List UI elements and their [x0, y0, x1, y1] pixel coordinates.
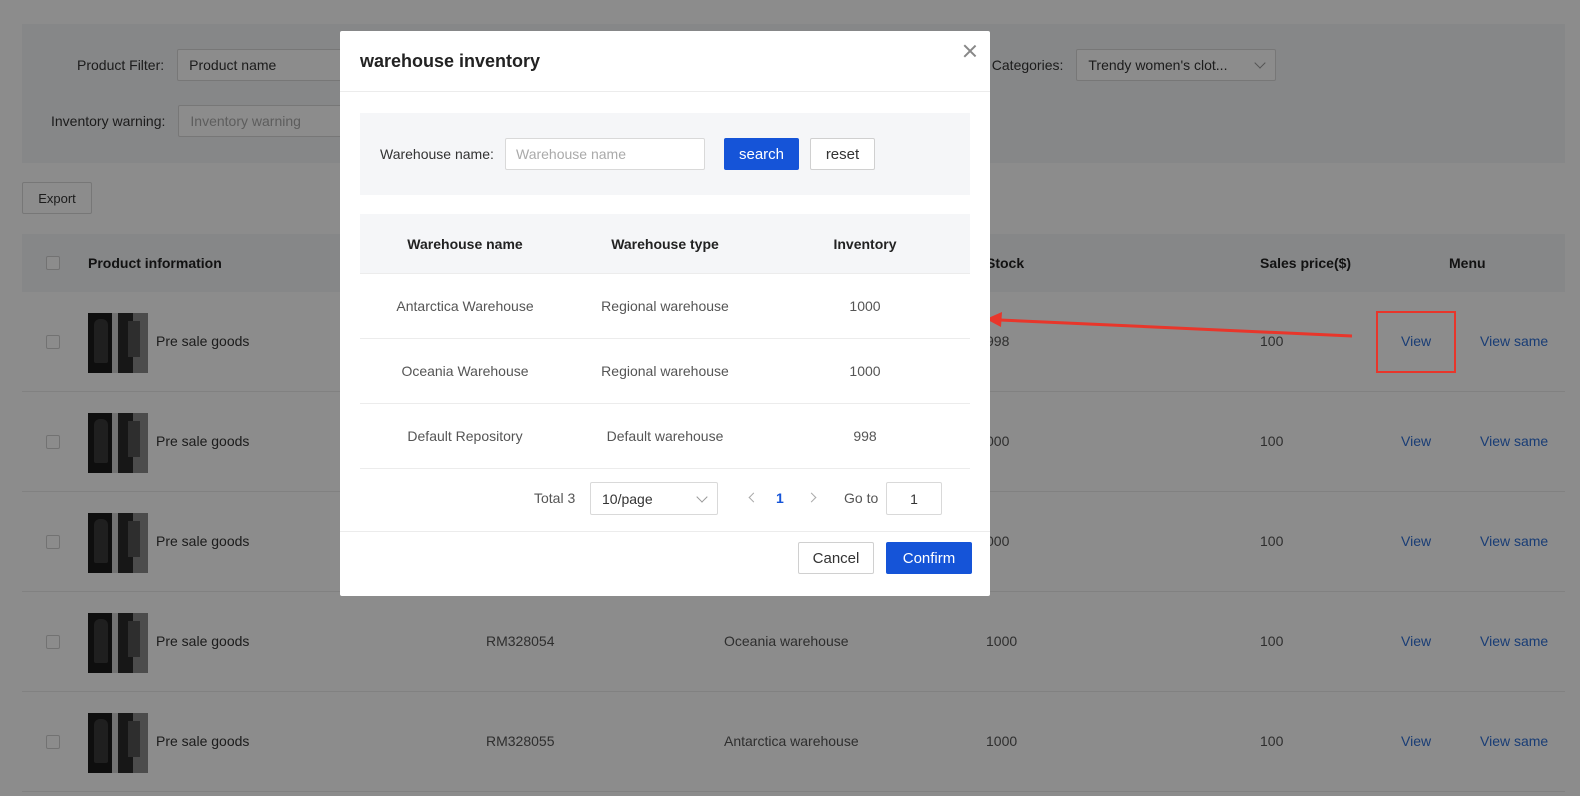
chevron-down-icon	[696, 490, 708, 503]
warehouse-search-panel: Warehouse name: search reset	[360, 113, 970, 195]
chevron-left-icon[interactable]	[748, 492, 759, 503]
header-warehouse-name: Warehouse name	[407, 235, 523, 252]
warehouse-table: Warehouse name Warehouse type Inventory …	[360, 214, 970, 469]
pagination-total: Total 3	[534, 490, 576, 506]
warehouse-table-header: Warehouse name Warehouse type Inventory	[360, 214, 970, 274]
goto-label: Go to	[844, 490, 879, 506]
warehouse-type-cell: Regional warehouse	[601, 298, 729, 314]
warehouse-name-cell: Oceania Warehouse	[401, 363, 529, 379]
warehouse-name-cell: Default Repository	[407, 428, 523, 444]
modal-title: warehouse inventory	[360, 51, 541, 71]
chevron-right-icon[interactable]	[806, 492, 817, 503]
modal-header: warehouse inventory	[340, 31, 990, 92]
modal-footer: Cancel Confirm	[340, 531, 990, 596]
confirm-button[interactable]: Confirm	[886, 542, 972, 574]
warehouse-inventory-modal: warehouse inventory Warehouse name: sear…	[340, 31, 990, 596]
reset-button[interactable]: reset	[810, 138, 875, 170]
table-row: Antarctica Warehouse Regional warehouse …	[360, 274, 970, 339]
warehouse-type-cell: Regional warehouse	[601, 363, 729, 379]
cancel-button[interactable]: Cancel	[798, 542, 874, 574]
warehouse-name-cell: Antarctica Warehouse	[396, 298, 534, 314]
table-row: Default Repository Default warehouse 998	[360, 404, 970, 469]
inventory-cell: 1000	[849, 363, 881, 379]
close-icon[interactable]	[960, 41, 980, 61]
table-row: Oceania Warehouse Regional warehouse 100…	[360, 339, 970, 404]
warehouse-name-input[interactable]	[505, 138, 705, 170]
annotation-highlight-box	[1376, 311, 1456, 373]
goto-page-input[interactable]: 1	[886, 482, 942, 515]
page-size-select[interactable]: 10/page	[590, 482, 718, 515]
search-button[interactable]: search	[724, 138, 799, 170]
header-warehouse-type: Warehouse type	[611, 235, 719, 252]
inventory-cell: 998	[853, 428, 877, 444]
warehouse-type-cell: Default warehouse	[606, 428, 724, 444]
pagination: Total 3 10/page 1 Go to 1	[340, 482, 990, 515]
warehouse-name-label: Warehouse name:	[380, 146, 494, 162]
current-page[interactable]: 1	[776, 490, 784, 506]
page-size-value: 10/page	[602, 490, 653, 507]
header-inventory: Inventory	[833, 235, 897, 252]
inventory-cell: 1000	[849, 298, 881, 314]
